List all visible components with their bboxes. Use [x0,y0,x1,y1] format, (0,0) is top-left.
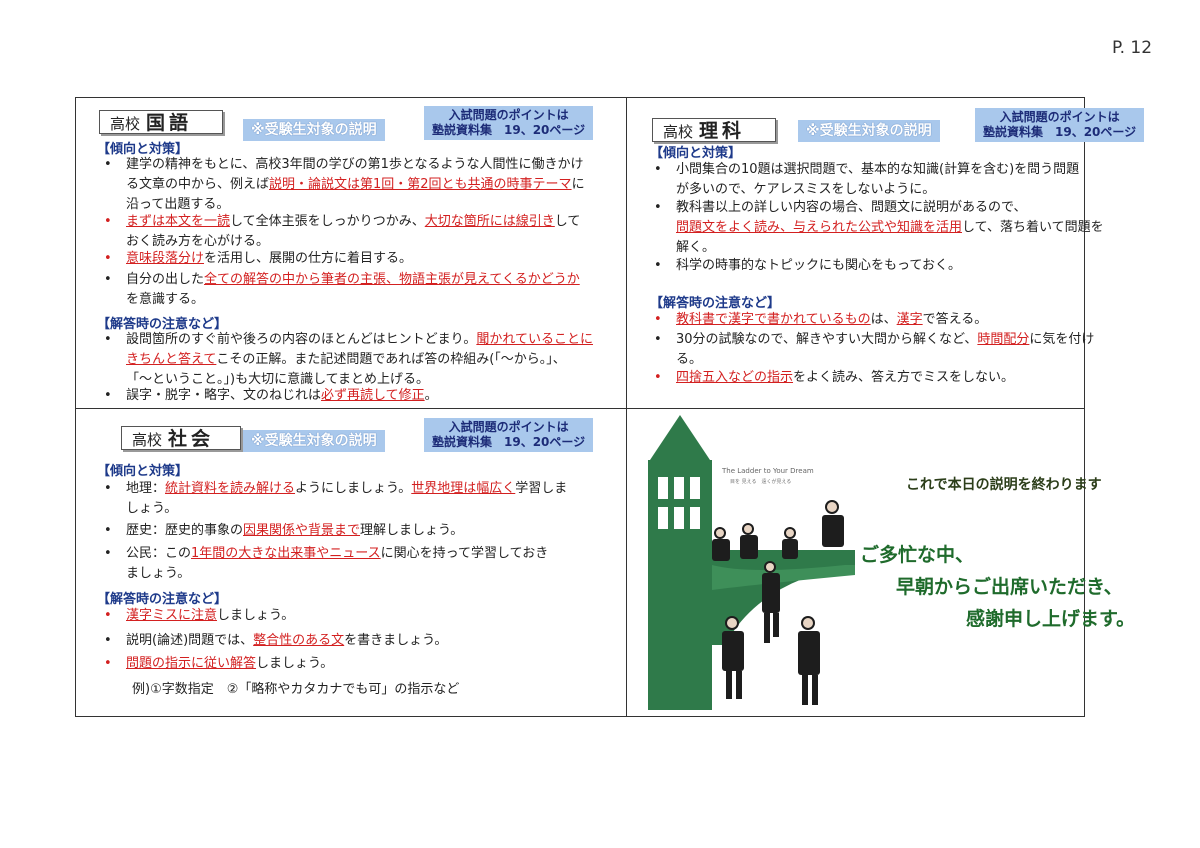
line: 四捨五入などの指示をよく読み、答え方でミスをしない。 [676,370,1015,385]
exam-target-tag: ※受験生対象の説明 [798,120,940,142]
emphasis: 世界地理は幅広く [411,481,516,496]
line: ましょう。 [126,566,191,581]
line: 30分の試験なので、解きやすい大問から解くなど、時間配分に気を付け [676,332,1095,347]
emphasis: 大切な箇所には線引き [424,214,555,229]
line: 意味段落分けを活用し、展開の仕方に着目する。 [126,251,413,266]
closing-title: これで本日の説明を終わります [906,477,1102,493]
exam-points-tag: 入試問題のポイントは 塾説資料集 19、20ページ [424,106,594,140]
exam-target-tag: ※受験生対象の説明 [243,430,385,452]
tagline: The Ladder to Your Dream [722,467,814,475]
tagline-sub: 目を 見える 遠くが見える [730,479,792,485]
tower-spire-shape [650,415,710,460]
answer-heading: 【解答時の注意など】 [97,592,228,607]
line: 問題文をよく読み、与えられた公式や知識を活用して、落ち着いて問題を [676,220,1104,235]
line: る。 [676,352,703,367]
school-tower-illustration [648,415,855,710]
line: まずは本文を一読して全体主張をしっかりつかみ、大切な箇所には線引きして [126,214,581,229]
emphasis: 因果関係や背景まで [243,523,361,538]
line: しょう。 [126,501,178,516]
points-line-2: 塾説資料集 19、20ページ [983,125,1137,139]
emphasis: 説明・論説文は第1回・第2回とも共通の時事テーマ [269,177,572,192]
grid-vertical-divider [626,97,627,717]
line: 建学の精神をもとに、高校3年間の学びの第1歩となるような人間性に働きかけ [126,157,584,172]
line: 小問集合の10題は選択問題で、基本的な知識(計算を含む)を問う問題 [676,162,1080,177]
grid-horizontal-divider [75,408,1085,409]
emphasis: 教科書で漢字で書かれているもの [676,312,871,327]
emphasis: きちんと答えて [126,352,217,367]
emphasis: 時間配分 [977,332,1030,347]
exam-points-tag: 入試問題のポイントは 塾説資料集 19、20ページ [975,108,1145,142]
emphasis: 聞かれていることに [476,332,593,347]
emphasis: 整合性のある文 [253,633,345,648]
line: 科学の時事的なトピックにも関心をもっておく。 [676,258,961,273]
points-line-2: 塾説資料集 19、20ページ [432,435,586,449]
emphasis: 1年間の大きな出来事やニュース [191,546,381,561]
subject-name: 社会 [168,428,215,450]
line: が多いので、ケアレスミスをしないように。 [676,182,936,197]
line: きちんと答えてこその正解。また記述問題であれば答の枠組み(「～から。」、 [126,352,566,367]
points-line-1: 入試問題のポイントは [448,108,569,122]
emphasis: 必ず再読して修正 [321,388,425,403]
subject-prefix: 高校 [132,431,163,449]
emphasis: まずは本文を一読 [126,214,231,229]
subject-name: 理科 [699,120,746,142]
subject-prefix: 高校 [663,123,694,141]
points-line-2: 塾説資料集 19、20ページ [432,123,586,137]
thanks-line-1: ご多忙な中、 [860,544,975,566]
line: 歴史：歴史的事象の因果関係や背景まで理解しましょう。 [126,523,464,538]
line: 教科書で漢字で書かれているものは、漢字で答える。 [676,312,988,327]
line: 解く。 [676,240,716,255]
line: 地理：統計資料を読み解けるようにしましょう。世界地理は幅広く学習しま [126,481,568,496]
trend-heading: 【傾向と対策】 [650,146,742,161]
line: を意識する。 [126,292,205,307]
line: 公民：この1年間の大きな出来事やニュースに関心を持って学習しておき [126,546,549,561]
answer-heading: 【解答時の注意など】 [650,296,781,311]
page-number: P. 12 [1112,38,1153,58]
emphasis: 意味段落分け [126,251,205,266]
thanks-line-2: 早朝からご出席いただき、 [896,576,1123,598]
subject-name: 国語 [146,112,193,134]
exam-points-tag: 入試問題のポイントは 塾説資料集 19、20ページ [424,418,594,452]
line: 自分の出した全ての解答の中から筆者の主張、物語主張が見えてくるかどうか [126,272,580,287]
trend-heading: 【傾向と対策】 [97,464,189,479]
social-subject-label: 高校 社会 [121,426,241,450]
japanese-subject-label: 高校 国語 [99,110,223,134]
emphasis: 問題文をよく読み、与えられた公式や知識を活用 [676,220,963,235]
example-note: 例)①字数指定 ②「略称やカタカナでも可」の指示など [132,682,460,697]
emphasis: 統計資料を読み解ける [165,481,296,496]
line: 誤字・脱字・略字、文のねじれは必ず再読して修正。 [126,388,438,403]
line: 漢字ミスに注意しましょう。 [126,608,295,623]
line: 説明(論述)問題では、整合性のある文を書きましょう。 [126,633,448,648]
emphasis: 四捨五入などの指示 [676,370,794,385]
science-subject-label: 高校 理科 [652,118,776,142]
emphasis: 問題の指示に従い解答 [126,656,257,671]
line: 教科書以上の詳しい内容の場合、問題文に説明があるので、 [676,200,1027,215]
emphasis: 漢字ミスに注意 [126,608,218,623]
line: る文章の中から、例えば説明・論説文は第1回・第2回とも共通の時事テーマに [126,177,585,192]
thanks-line-3: 感謝申し上げます。 [966,608,1136,630]
points-line-1: 入試問題のポイントは [448,420,569,434]
emphasis: 全ての解答の中から筆者の主張、物語主張が見えてくるかどうか [204,272,580,287]
line: 設問箇所のすぐ前や後ろの内容のほとんどはヒントどまり。聞かれていることに [126,332,593,347]
emphasis: 漢字 [896,312,923,327]
points-line-1: 入試問題のポイントは [999,110,1120,124]
bridge-arch-shape [712,550,855,645]
exam-target-tag: ※受験生対象の説明 [243,119,385,141]
subject-prefix: 高校 [110,115,141,133]
line: 問題の指示に従い解答しましょう。 [126,656,334,671]
